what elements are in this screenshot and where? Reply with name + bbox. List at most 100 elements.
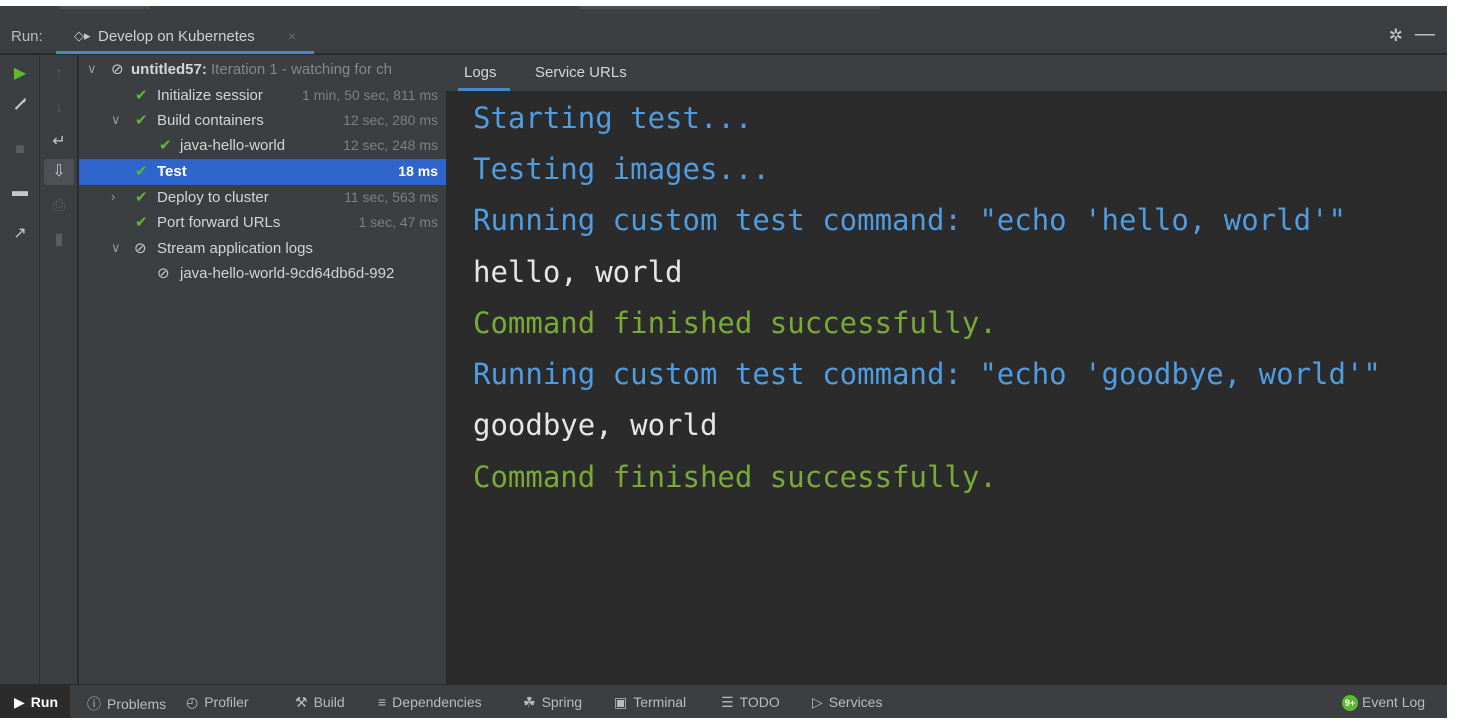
arrow-down-icon[interactable]: ↓ bbox=[44, 95, 74, 121]
console-line: Testing images... bbox=[473, 152, 770, 186]
root-status: Iteration 1 - watching for ch bbox=[211, 61, 392, 78]
step-duration: 18 ms bbox=[394, 163, 438, 179]
chevron-right-icon[interactable]: › bbox=[111, 189, 115, 204]
tool-window-bar: ▶ Run ⓘ Problems ◴ Profiler ⚒ Build ≡ Depende… bbox=[0, 684, 1447, 718]
check-icon: ✔ bbox=[135, 189, 148, 206]
tree-row-build[interactable]: ∨ ✔ Build containers 12 sec, 280 ms bbox=[79, 108, 446, 134]
console-output[interactable]: Starting test... Testing images... Runni… bbox=[446, 91, 1447, 684]
check-icon: ✔ bbox=[135, 87, 148, 104]
step-label: Build containers bbox=[157, 112, 264, 129]
toolwindow-spring[interactable]: ☘ Spring bbox=[523, 694, 582, 711]
tree-row-port-forward[interactable]: ✔ Port forward URLs 1 sec, 47 ms bbox=[79, 210, 446, 236]
run-steps-tree: ∨ ⊘ untitled57: Iteration 1 - watching f… bbox=[79, 55, 446, 684]
build-label: Build bbox=[313, 694, 345, 710]
todo-label: TODO bbox=[739, 694, 780, 710]
trash-icon[interactable]: ▮ bbox=[44, 227, 74, 253]
toolwindow-services[interactable]: ▷ Services bbox=[812, 694, 882, 711]
root-label: untitled57: bbox=[131, 61, 207, 78]
console-line: goodbye, world bbox=[473, 408, 718, 442]
run-label: Run bbox=[30, 694, 58, 710]
console-line: Command finished successfully. bbox=[473, 460, 997, 494]
console-line: Running custom test command: "echo 'good… bbox=[473, 357, 1381, 391]
minimize-icon[interactable]: — bbox=[1415, 23, 1435, 46]
stopped-icon: ⊘ bbox=[157, 265, 170, 282]
step-label: Test bbox=[157, 163, 187, 180]
tab-logs[interactable]: Logs bbox=[464, 64, 497, 81]
console-line: hello, world bbox=[473, 255, 683, 289]
layout-icon[interactable]: ▬ bbox=[5, 179, 35, 205]
step-duration: 1 min, 50 sec, 811 ms bbox=[302, 87, 438, 103]
run-toolwindow-header: Run: ◇▸ Develop on Kubernetes × ✲ — bbox=[0, 18, 1447, 54]
problems-icon: ⓘ bbox=[87, 696, 101, 712]
tree-row-stream-logs[interactable]: ∨ ⊘ Stream application logs bbox=[79, 236, 446, 262]
check-icon: ✔ bbox=[135, 163, 148, 180]
terminal-icon: ▣ bbox=[614, 694, 628, 710]
step-label: java-hello-world bbox=[180, 137, 286, 154]
spring-leaf-icon: ☘ bbox=[523, 694, 536, 710]
toolwindow-profiler[interactable]: ◴ Profiler bbox=[186, 694, 249, 711]
step-duration: 12 sec, 248 ms bbox=[343, 137, 438, 153]
event-count-badge: 9+ bbox=[1342, 695, 1358, 711]
wrench-icon[interactable] bbox=[5, 95, 35, 121]
tree-row-test[interactable]: ✔ Test 18 ms bbox=[79, 159, 446, 185]
soft-wrap-icon[interactable]: ↵ bbox=[44, 129, 74, 155]
step-label: Stream application logs bbox=[157, 240, 313, 257]
print-icon[interactable]: ⎙ bbox=[44, 193, 74, 219]
stopped-icon: ⊘ bbox=[111, 61, 124, 78]
rerun-icon[interactable]: ▶ bbox=[5, 61, 35, 87]
chevron-down-icon[interactable]: ∨ bbox=[111, 240, 121, 256]
step-label: java-hello-world-9cd64db6d-992 bbox=[180, 265, 395, 282]
console-line: Command finished successfully. bbox=[473, 306, 997, 340]
run-label: Run: bbox=[11, 28, 43, 45]
kubernetes-run-icon: ◇▸ bbox=[74, 28, 91, 43]
step-duration: 1 sec, 47 ms bbox=[358, 214, 438, 230]
tab-title: Develop on Kubernetes bbox=[98, 28, 255, 45]
toolwindow-terminal[interactable]: ▣ Terminal bbox=[614, 694, 686, 711]
pin-icon[interactable]: ↗ bbox=[5, 221, 35, 247]
layers-icon: ≡ bbox=[378, 694, 387, 710]
check-icon: ✔ bbox=[135, 214, 148, 231]
tree-row-java-hello-world[interactable]: ✔ java-hello-world 12 sec, 248 ms bbox=[79, 133, 446, 159]
close-icon[interactable]: × bbox=[288, 28, 296, 44]
step-label: Port forward URLs bbox=[157, 214, 281, 231]
hammer-icon: ⚒ bbox=[295, 694, 308, 710]
scroll-to-end-icon[interactable]: ⇩ bbox=[44, 159, 74, 185]
profiler-label: Profiler bbox=[204, 694, 249, 710]
tree-row-pod-logs[interactable]: ⊘ java-hello-world-9cd64db6d-992 bbox=[79, 261, 446, 287]
event-log-label: Event Log bbox=[1362, 694, 1426, 710]
check-icon: ✔ bbox=[159, 137, 172, 154]
editor-strip bbox=[0, 6, 1447, 18]
tree-row-root[interactable]: ∨ ⊘ untitled57: Iteration 1 - watching f… bbox=[79, 57, 446, 83]
dependencies-label: Dependencies bbox=[392, 694, 482, 710]
list-icon: ☰ bbox=[721, 694, 734, 710]
arrow-up-icon[interactable]: ↑ bbox=[44, 61, 74, 87]
console-actions-toolbar: ↑ ↓ ↵ ⇩ ⎙ ▮ bbox=[40, 55, 78, 684]
active-tab-indicator bbox=[56, 51, 314, 54]
tree-row-deploy[interactable]: › ✔ Deploy to cluster 11 sec, 563 ms bbox=[79, 185, 446, 211]
ide-window: Run: ◇▸ Develop on Kubernetes × ✲ — ▶ ■ … bbox=[0, 6, 1447, 718]
check-icon: ✔ bbox=[135, 112, 148, 129]
step-label: Deploy to cluster bbox=[157, 189, 269, 206]
toolwindow-build[interactable]: ⚒ Build bbox=[295, 694, 345, 711]
toolwindow-event-log[interactable]: 9+ Event Log bbox=[1342, 694, 1425, 711]
step-duration: 12 sec, 280 ms bbox=[343, 112, 438, 128]
gear-icon[interactable]: ✲ bbox=[1389, 26, 1403, 46]
chevron-down-icon[interactable]: ∨ bbox=[87, 61, 97, 77]
stop-icon[interactable]: ■ bbox=[5, 137, 35, 163]
step-label: Initialize sessior bbox=[157, 87, 263, 104]
toolwindow-todo[interactable]: ☰ TODO bbox=[721, 694, 780, 711]
toolwindow-dependencies[interactable]: ≡ Dependencies bbox=[378, 694, 482, 710]
play-icon: ▶ bbox=[14, 694, 25, 710]
toolwindow-problems[interactable]: ⓘ Problems bbox=[87, 694, 166, 714]
tab-service-urls[interactable]: Service URLs bbox=[535, 64, 627, 81]
tab-develop-on-kubernetes[interactable]: ◇▸ Develop on Kubernetes × bbox=[56, 18, 314, 54]
services-icon: ▷ bbox=[812, 694, 823, 710]
toolwindow-run[interactable]: ▶ Run bbox=[0, 685, 70, 718]
chevron-down-icon[interactable]: ∨ bbox=[111, 112, 121, 128]
tree-row-initialize[interactable]: ✔ Initialize sessior 1 min, 50 sec, 811 … bbox=[79, 83, 446, 109]
run-actions-toolbar: ▶ ■ ▬ ↗ bbox=[0, 55, 40, 684]
problems-label: Problems bbox=[107, 696, 167, 712]
console-line: Starting test... bbox=[473, 101, 753, 135]
stopped-icon: ⊘ bbox=[134, 240, 147, 257]
terminal-label: Terminal bbox=[633, 694, 687, 710]
